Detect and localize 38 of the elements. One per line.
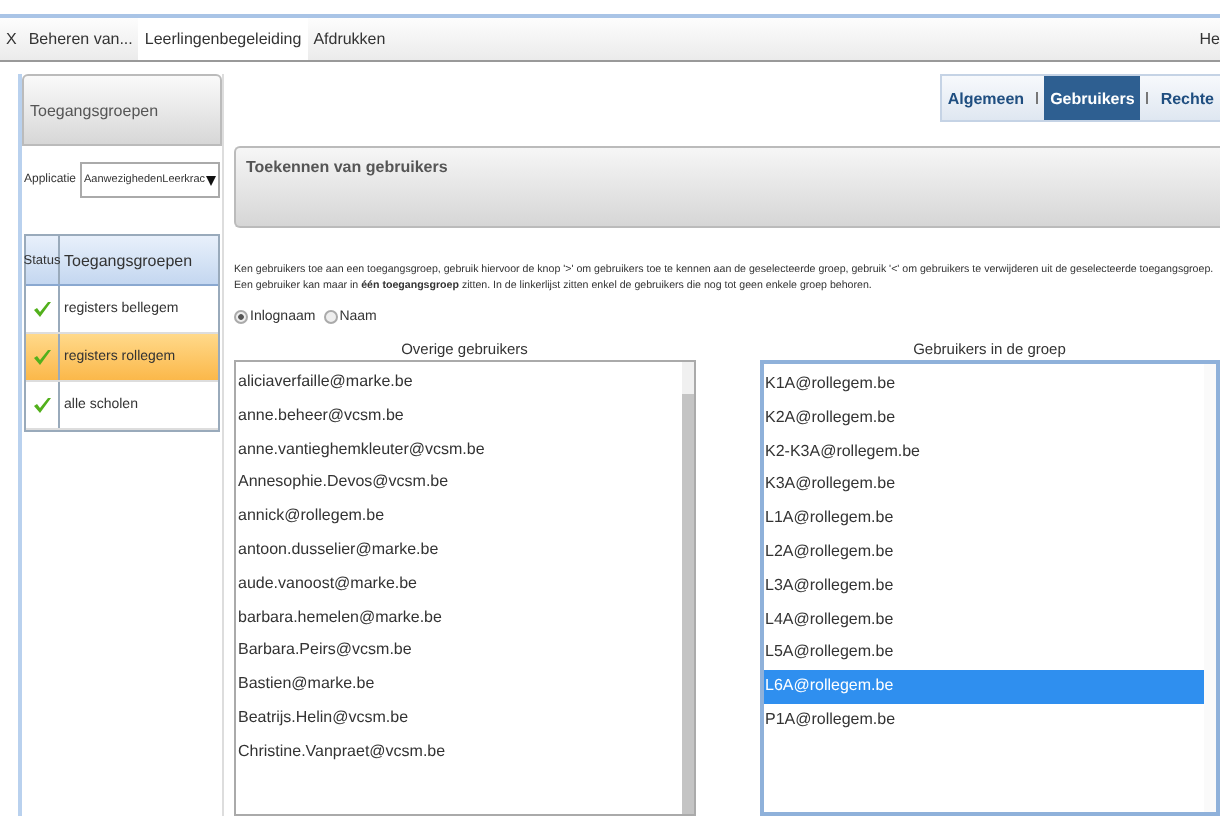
tab[interactable]: Rechte: [1154, 76, 1220, 120]
menu-item[interactable]: Leerlingenbegeleiding: [138, 18, 308, 60]
list-item[interactable]: annick@rollegem.be: [236, 500, 681, 534]
list-item[interactable]: L3A@rollegem.be: [763, 569, 1204, 604]
list-item[interactable]: L4A@rollegem.be: [763, 603, 1204, 637]
tab[interactable]: Gebruikers: [1044, 76, 1141, 120]
list-item[interactable]: Annesophie.Devos@vcsm.be: [236, 466, 681, 501]
list-item[interactable]: anne.vantieghemkleuter@vcsm.be: [236, 433, 681, 467]
menu-item[interactable]: Beheren van...: [22, 18, 139, 60]
menu-item[interactable]: X: [0, 18, 23, 60]
list-item[interactable]: L1A@rollegem.be: [763, 502, 1204, 536]
list-item[interactable]: K2-K3A@rollegem.be: [763, 435, 1204, 469]
list-item[interactable]: K3A@rollegem.be: [763, 468, 1204, 503]
column-header: Toegangsgroepen: [62, 251, 193, 269]
list-item[interactable]: L2A@rollegem.be: [763, 535, 1204, 570]
list-item[interactable]: Barbara.Peirs@vcsm.be: [236, 634, 681, 669]
list-item[interactable]: Beatrijs.Helin@vcsm.be: [236, 701, 681, 736]
list-item[interactable]: aliciaverfaille@marke.be: [236, 366, 681, 400]
list-item[interactable]: L5A@rollegem.be: [763, 636, 1204, 671]
scrollbar[interactable]: [681, 362, 693, 814]
radio-button[interactable]: [234, 310, 248, 324]
menu-item[interactable]: He: [1199, 18, 1220, 60]
list-item[interactable]: Christine.Vanpraet@vcsm.be: [236, 735, 681, 770]
list-item[interactable]: barbara.hemelen@marke.be: [236, 601, 681, 635]
list-item[interactable]: K2A@rollegem.be: [763, 401, 1204, 436]
list-item[interactable]: anne.beheer@vcsm.be: [236, 399, 681, 434]
scrollbar[interactable]: [1204, 364, 1216, 812]
list-item[interactable]: aude.vanoost@marke.be: [236, 567, 681, 602]
caret-icon: [205, 175, 216, 185]
panel-title: Toegangsgroepen: [30, 101, 159, 119]
list-item[interactable]: Bastien@marke.be: [236, 668, 681, 702]
menu-item[interactable]: Afdrukken: [307, 18, 392, 60]
list-item[interactable]: antoon.dusselier@marke.be: [236, 533, 681, 568]
list-item[interactable]: K1A@rollegem.be: [763, 368, 1204, 402]
tab[interactable]: Algemeen: [941, 76, 1031, 120]
section-title: Toekennen van gebruikers: [246, 158, 448, 176]
radio-button[interactable]: [323, 310, 338, 324]
list-item[interactable]: P1A@rollegem.be: [763, 703, 1204, 738]
